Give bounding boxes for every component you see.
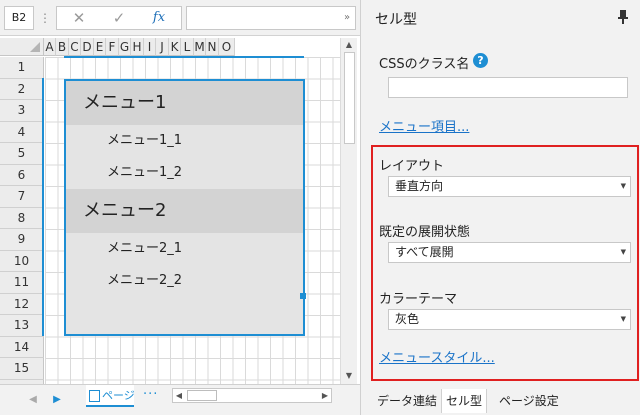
vertical-scroll-thumb[interactable]: [344, 52, 355, 144]
layout-select-value: 垂直方向: [395, 179, 444, 193]
chevron-down-icon: ▼: [620, 182, 626, 190]
tab-cell-type[interactable]: セル型: [441, 389, 488, 413]
selected-columns-indicator: [64, 56, 304, 58]
layout-select[interactable]: 垂直方向 ▼: [388, 176, 631, 197]
column-header[interactable]: I: [144, 38, 156, 56]
menu-item-level1[interactable]: メニュー1: [66, 81, 303, 125]
row-header[interactable]: 2: [0, 78, 44, 100]
next-sheet-icon[interactable]: ▶: [52, 393, 62, 407]
column-header[interactable]: G: [119, 38, 131, 56]
row-header[interactable]: 5: [0, 143, 44, 165]
column-header[interactable]: L: [181, 38, 194, 56]
row-header[interactable]: 15: [0, 358, 44, 380]
row-header[interactable]: 10: [0, 250, 44, 272]
menu-item-level2[interactable]: メニュー1_2: [66, 157, 303, 189]
corner-triangle-icon: [30, 42, 40, 52]
formula-input[interactable]: »: [186, 6, 356, 30]
color-theme-select-value: 灰色: [395, 312, 420, 326]
column-header[interactable]: M: [194, 38, 206, 56]
horizontal-scrollbar[interactable]: ◀ ▶: [172, 388, 332, 403]
column-header[interactable]: N: [206, 38, 219, 56]
scroll-down-icon[interactable]: ▼: [344, 371, 354, 381]
row-header[interactable]: 8: [0, 207, 44, 229]
select-all-corner[interactable]: [0, 38, 44, 56]
sheet-tab[interactable]: ページ: [86, 385, 134, 407]
expand-state-label: 既定の展開状態: [379, 225, 471, 240]
menu-item-level2[interactable]: メニュー1_1: [66, 125, 303, 157]
more-icon[interactable]: ···: [143, 387, 158, 402]
horizontal-scroll-thumb[interactable]: [187, 390, 217, 401]
formula-buttons: ✕ ✓ fx: [56, 6, 182, 30]
scroll-right-icon[interactable]: ▶: [320, 390, 330, 401]
sheet-tab-bar: ◀ ▶ ページ ··· ◀ ▶: [0, 384, 360, 415]
panel-tabs: データ連結 セル型 ページ設定: [361, 389, 640, 415]
tab-page-settings[interactable]: ページ設定: [495, 389, 563, 413]
chevron-down-icon: ▼: [620, 315, 626, 323]
row-header[interactable]: 14: [0, 336, 44, 358]
cancel-icon[interactable]: ✕: [61, 7, 97, 29]
row-header[interactable]: 4: [0, 121, 44, 143]
tab-data-binding[interactable]: データ連結: [373, 389, 441, 413]
menu-items-link[interactable]: メニュー項目...: [379, 116, 469, 135]
color-theme-label: カラーテーマ: [379, 292, 458, 307]
confirm-icon[interactable]: ✓: [101, 7, 137, 29]
color-theme-select[interactable]: 灰色 ▼: [388, 309, 631, 330]
panel-title: セル型: [375, 12, 417, 28]
column-header[interactable]: B: [56, 38, 69, 56]
column-header[interactable]: D: [81, 38, 94, 56]
menu-item-level1[interactable]: メニュー2: [66, 189, 303, 233]
scroll-left-icon[interactable]: ◀: [174, 390, 184, 401]
layout-label: レイアウト: [379, 159, 445, 174]
resize-handle[interactable]: [300, 293, 306, 299]
menu-style-link[interactable]: メニュースタイル...: [379, 347, 495, 366]
column-header[interactable]: C: [69, 38, 81, 56]
page-icon: [89, 390, 100, 402]
column-header[interactable]: A: [44, 38, 56, 56]
row-header[interactable]: 7: [0, 186, 44, 208]
spreadsheet[interactable]: ABCDEFGHIJKLMNO 12345678910111213141516 …: [0, 38, 340, 384]
pin-icon[interactable]: [618, 10, 628, 24]
name-box[interactable]: B2: [4, 6, 34, 30]
column-header[interactable]: E: [94, 38, 106, 56]
row-header[interactable]: 6: [0, 164, 44, 186]
selected-rows-indicator: [42, 78, 44, 336]
expand-state-select-value: すべて展開: [395, 245, 454, 259]
column-header[interactable]: H: [131, 38, 144, 56]
column-header[interactable]: J: [156, 38, 169, 56]
vertical-scrollbar[interactable]: ▲ ▼: [340, 38, 357, 384]
row-header[interactable]: 13: [0, 315, 44, 337]
menu-item-level2[interactable]: メニュー2_2: [66, 265, 303, 297]
row-header[interactable]: 1: [0, 57, 44, 79]
row-header[interactable]: 12: [0, 293, 44, 315]
chevron-down-icon: ▼: [620, 248, 626, 256]
grip-icon: ⋮: [39, 11, 51, 25]
scroll-up-icon[interactable]: ▲: [344, 40, 354, 50]
function-icon[interactable]: fx: [141, 7, 177, 29]
row-header[interactable]: 3: [0, 100, 44, 122]
expand-state-select[interactable]: すべて展開 ▼: [388, 242, 631, 263]
help-icon[interactable]: ?: [473, 53, 488, 68]
prev-sheet-icon[interactable]: ◀: [28, 393, 38, 407]
menu-widget[interactable]: メニュー1 メニュー1_1 メニュー1_2 メニュー2 メニュー2_1 メニュー…: [64, 79, 305, 336]
row-header[interactable]: 11: [0, 272, 44, 294]
column-header[interactable]: K: [169, 38, 181, 56]
cell-type-panel: セル型 CSSのクラス名 ? メニュー項目... レイアウト 垂直方向 ▼ 既定…: [360, 0, 640, 415]
column-header[interactable]: F: [106, 38, 119, 56]
css-class-input[interactable]: [388, 77, 628, 98]
row-header[interactable]: 9: [0, 229, 44, 251]
sheet-tab-label: ページ: [102, 389, 134, 402]
css-class-label: CSSのクラス名: [379, 57, 470, 72]
formula-bar: B2 ⋮ ✕ ✓ fx »: [0, 0, 360, 36]
column-header[interactable]: O: [219, 38, 235, 56]
expand-icon[interactable]: »: [341, 8, 353, 28]
menu-item-level2[interactable]: メニュー2_1: [66, 233, 303, 265]
